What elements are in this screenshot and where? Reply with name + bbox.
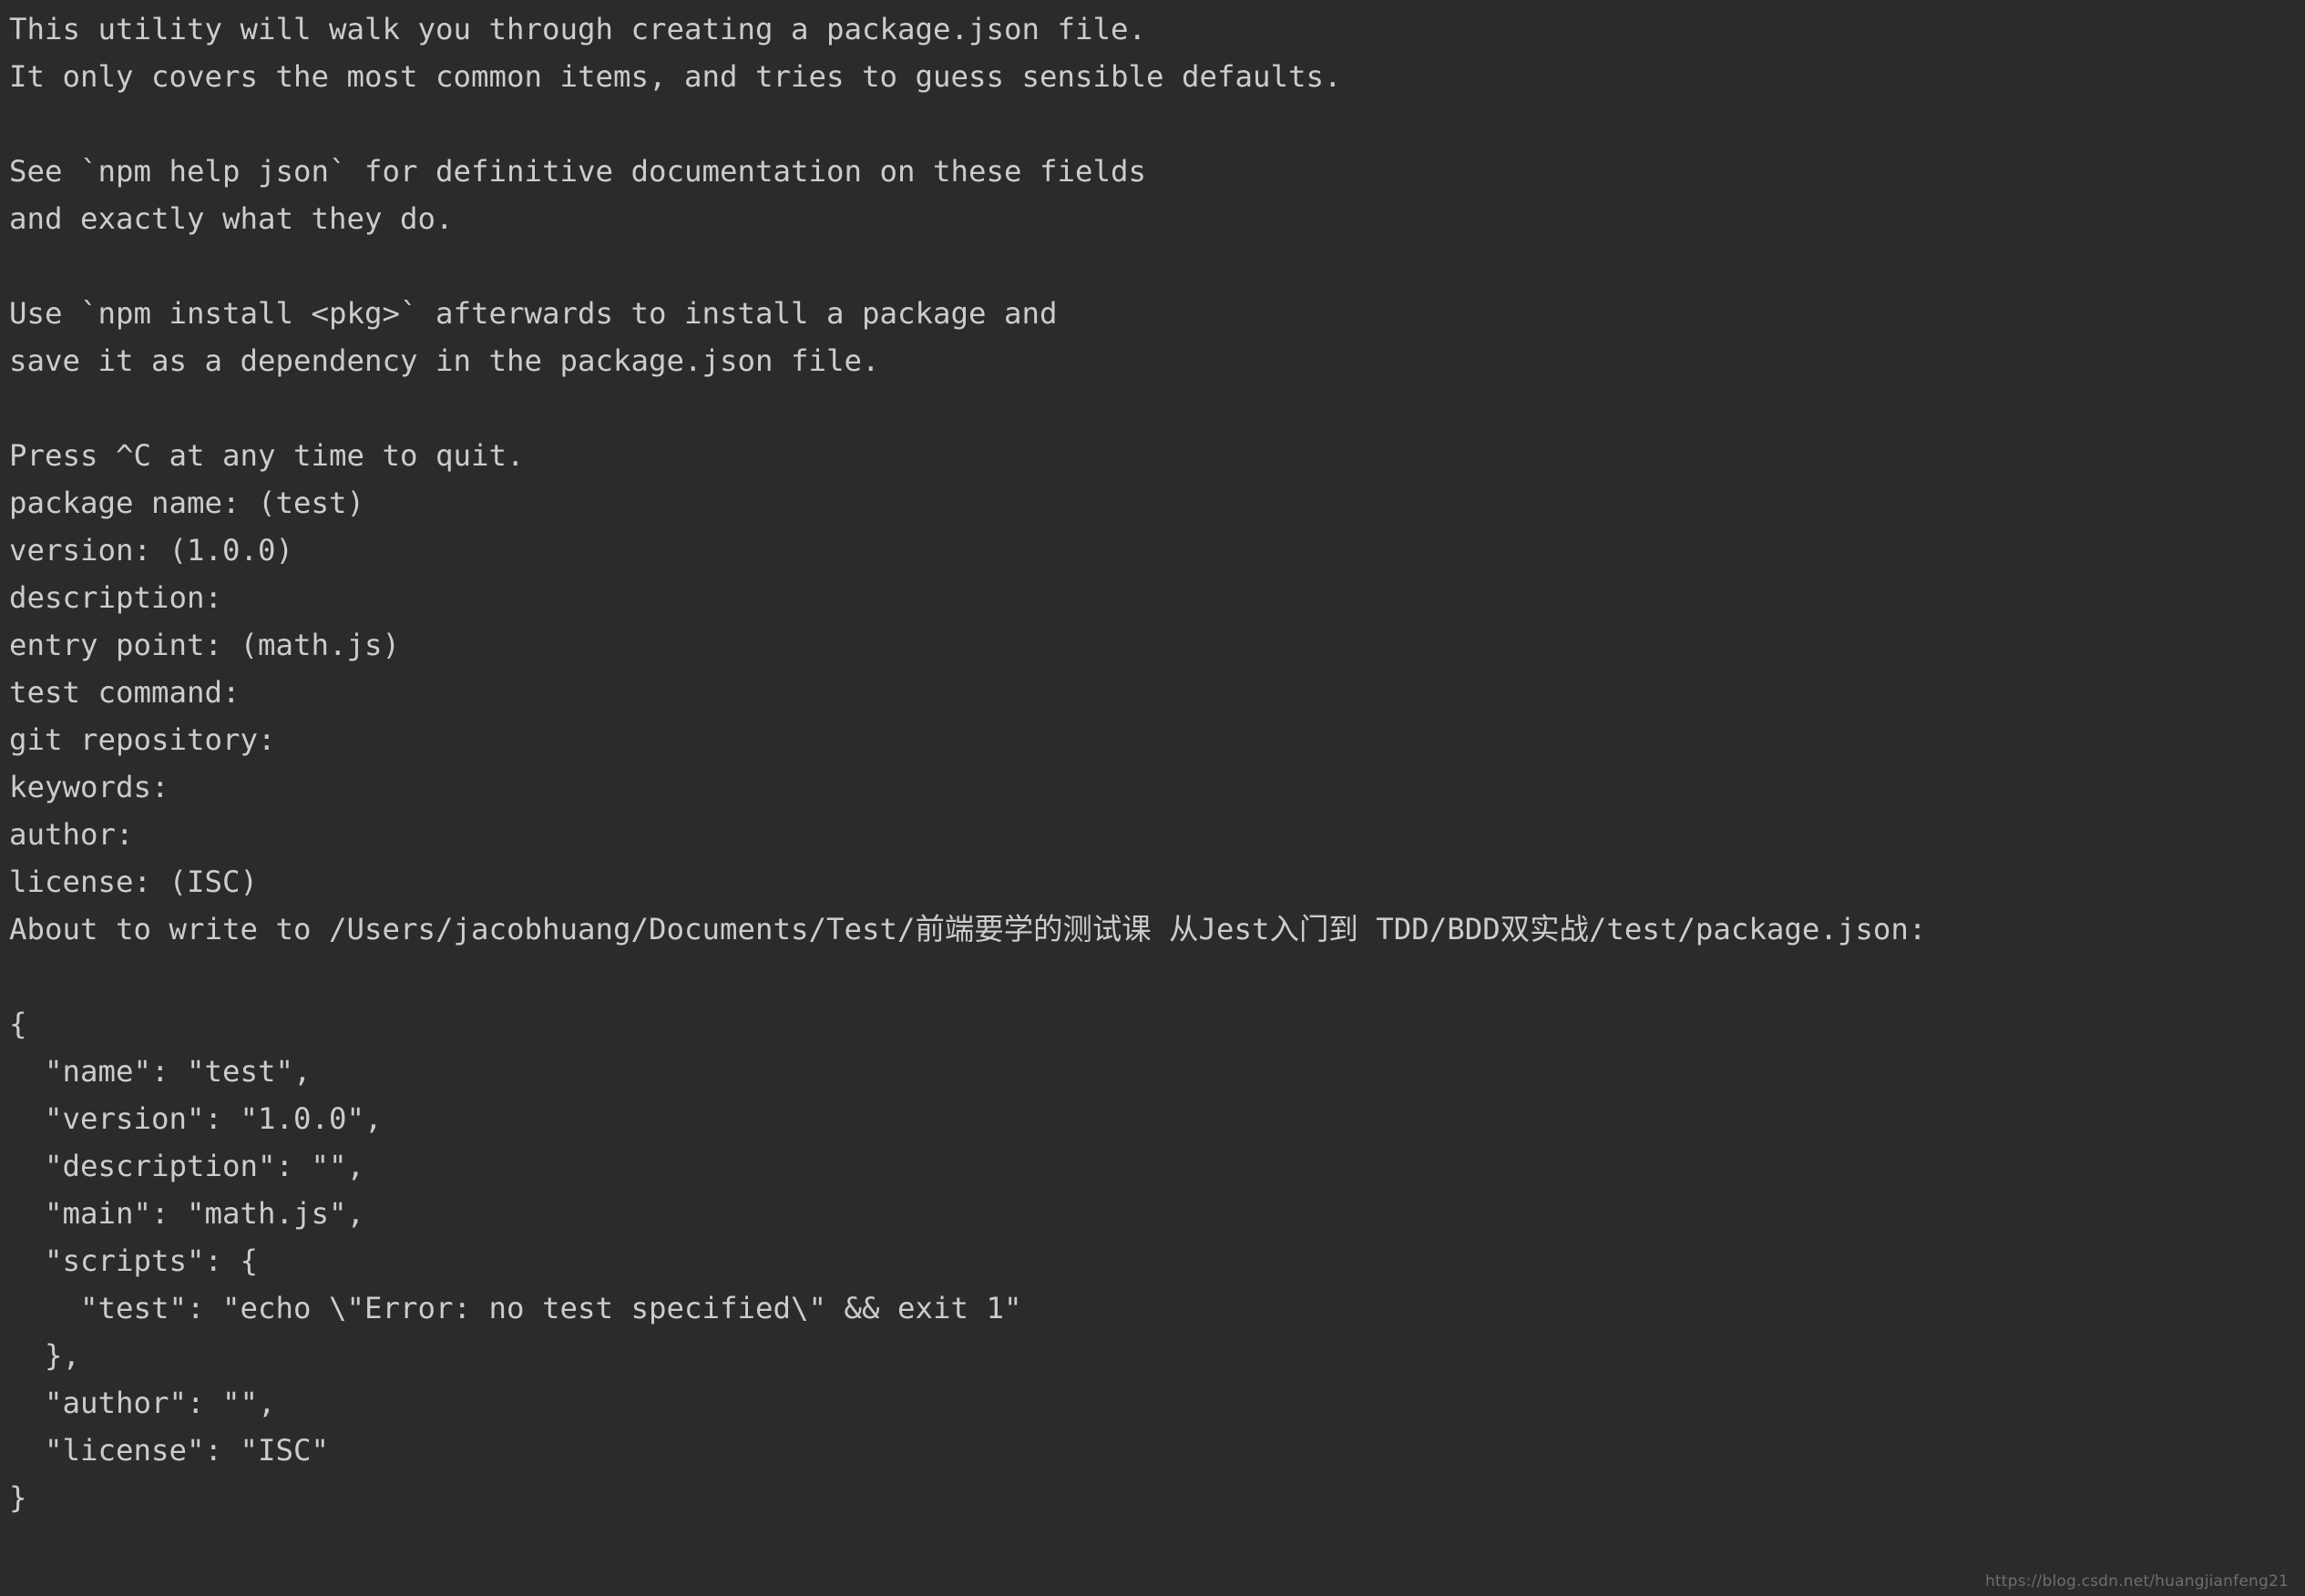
terminal-line-prompt-entry-point: entry point: (math.js) <box>9 628 401 662</box>
terminal-line-about-to-write: About to write to /Users/jacobhuang/Docu… <box>9 912 1927 946</box>
terminal-line-blank-3 <box>9 384 2305 432</box>
terminal-line-json-version: "version": "1.0.0", <box>9 1101 383 1136</box>
terminal-line-json-scripts-open: "scripts": { <box>9 1243 259 1278</box>
terminal-line-prompt-license: license: (ISC) <box>9 864 259 899</box>
terminal-line-help-1: See `npm help json` for definitive docum… <box>9 154 1147 189</box>
terminal-line-prompt-description: description: <box>9 580 223 615</box>
terminal-line-json-author: "author": "", <box>9 1386 276 1420</box>
terminal-line-json-license: "license": "ISC" <box>9 1433 330 1468</box>
terminal-line-intro-1: This utility will walk you through creat… <box>9 12 1147 46</box>
terminal-line-install-2: save it as a dependency in the package.j… <box>9 343 880 378</box>
terminal-line-help-2: and exactly what they do. <box>9 201 454 236</box>
terminal-line-prompt-author: author: <box>9 817 134 852</box>
terminal-line-blank-4 <box>9 953 2305 1000</box>
terminal-line-quit-hint: Press ^C at any time to quit. <box>9 438 525 473</box>
terminal-line-json-close-brace: } <box>9 1480 27 1515</box>
terminal-line-intro-2: It only covers the most common items, an… <box>9 59 1342 94</box>
terminal-line-json-main: "main": "math.js", <box>9 1196 365 1231</box>
terminal-line-json-scripts-test: "test": "echo \"Error: no test specified… <box>9 1291 1022 1325</box>
terminal-line-prompt-test-command: test command: <box>9 675 241 710</box>
terminal-line-blank-2 <box>9 242 2305 290</box>
terminal-line-json-open-brace: { <box>9 1007 27 1041</box>
terminal-line-prompt-version: version: (1.0.0) <box>9 533 294 568</box>
terminal-line-json-description: "description": "", <box>9 1149 365 1183</box>
terminal-window[interactable]: This utility will walk you through creat… <box>0 0 2305 1596</box>
terminal-line-install-1: Use `npm install <pkg>` afterwards to in… <box>9 296 1058 331</box>
terminal-line-prompt-git-repository: git repository: <box>9 722 276 757</box>
terminal-line-prompt-keywords: keywords: <box>9 770 169 804</box>
watermark-text: https://blog.csdn.net/huangjianfeng21 <box>1984 1572 2289 1591</box>
terminal-line-json-name: "name": "test", <box>9 1054 312 1089</box>
terminal-line-json-scripts-close: }, <box>9 1338 81 1373</box>
terminal-line-blank-1 <box>9 100 2305 148</box>
terminal-line-prompt-package-name: package name: (test) <box>9 486 365 520</box>
terminal-output: This utility will walk you through creat… <box>9 5 2305 1521</box>
